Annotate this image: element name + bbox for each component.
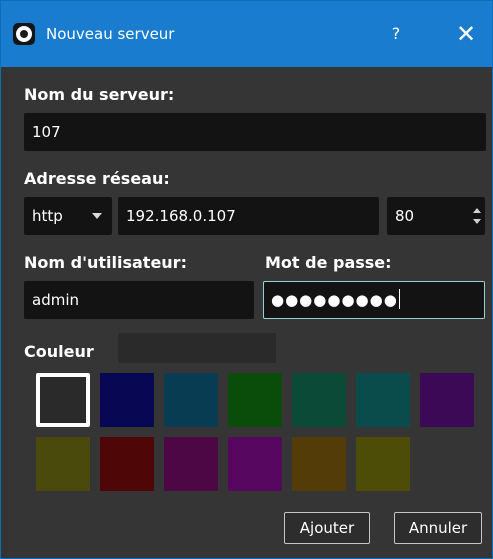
color-swatch[interactable] (356, 437, 410, 491)
network-address-label: Adresse réseau: (24, 169, 170, 188)
spin-up-icon[interactable] (473, 208, 481, 213)
username-label: Nom d'utilisateur: (24, 253, 187, 272)
color-swatch[interactable] (228, 437, 282, 491)
color-swatch[interactable] (420, 373, 474, 427)
color-swatch[interactable] (164, 373, 218, 427)
add-button[interactable]: Ajouter (284, 512, 370, 544)
color-label: Couleur (24, 342, 94, 361)
color-preview (118, 333, 276, 363)
server-name-label: Nom du serveur: (24, 85, 175, 104)
color-swatch[interactable] (164, 437, 218, 491)
protocol-value: http (32, 207, 63, 225)
spin-buttons[interactable] (469, 197, 485, 235)
cancel-button[interactable]: Annuler (394, 512, 482, 544)
color-swatch[interactable] (292, 373, 346, 427)
password-mask: ●●●●●●●●● (271, 291, 398, 309)
host-input[interactable]: 192.168.0.107 (118, 197, 379, 235)
server-name-input[interactable]: 107 (24, 113, 486, 151)
password-label: Mot de passe: (265, 253, 392, 272)
app-eye-icon (13, 23, 35, 45)
protocol-select[interactable]: http (24, 197, 112, 235)
port-spinbox[interactable]: 80 (387, 197, 485, 235)
color-swatch[interactable] (292, 437, 346, 491)
color-swatch[interactable] (36, 373, 90, 427)
port-value: 80 (395, 207, 415, 225)
color-swatch[interactable] (356, 373, 410, 427)
color-swatch[interactable] (100, 373, 154, 427)
spin-down-icon[interactable] (473, 219, 481, 224)
new-server-dialog: Nouveau serveur ? ✕ Nom du serveur: 107 … (0, 0, 493, 559)
chevron-down-icon (92, 213, 102, 219)
title-bar: Nouveau serveur ? ✕ (1, 1, 492, 67)
username-input[interactable]: admin (24, 281, 254, 319)
help-button[interactable]: ? (382, 20, 410, 48)
text-cursor (398, 289, 400, 309)
window-title: Nouveau serveur (46, 25, 175, 43)
password-input[interactable]: ●●●●●●●●● (263, 281, 485, 319)
color-swatch[interactable] (100, 437, 154, 491)
color-swatch[interactable] (36, 437, 90, 491)
color-swatch[interactable] (228, 373, 282, 427)
close-button[interactable]: ✕ (452, 20, 480, 48)
